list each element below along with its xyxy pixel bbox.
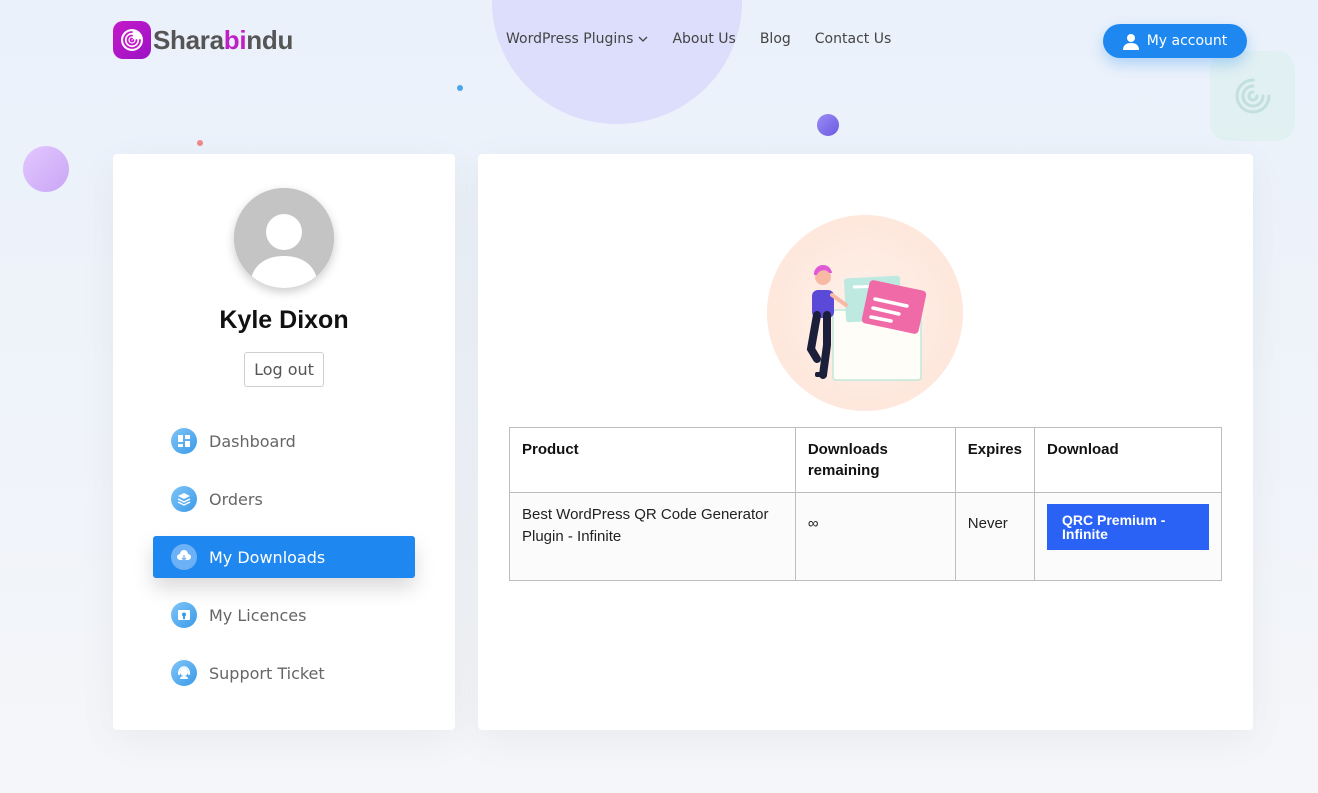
site-logo[interactable]: Sharabindu <box>113 21 293 59</box>
downloads-table: Product Downloads remaining Expires Down… <box>509 427 1222 581</box>
decorative-dot <box>197 140 203 146</box>
sidebar-item-my-licences[interactable]: My Licences <box>153 594 415 636</box>
table-row: Best WordPress QR Code Generator Plugin … <box>509 492 1222 581</box>
sidebar-item-my-downloads[interactable]: My Downloads <box>153 536 415 578</box>
nav-about-us[interactable]: About Us <box>672 31 735 47</box>
decorative-dot <box>457 85 463 91</box>
decorative-circle <box>492 0 742 124</box>
product-cell: Best WordPress QR Code Generator Plugin … <box>509 492 796 581</box>
downloads-panel: Product Downloads remaining Expires Down… <box>478 154 1253 730</box>
column-header-product: Product <box>509 427 796 493</box>
logo-text: Sharabindu <box>153 24 294 55</box>
account-sidebar: Kyle Dixon Log out Dashboard Orders My D… <box>113 154 455 730</box>
download-file-button[interactable]: QRC Premium - Infinite <box>1047 504 1209 550</box>
column-header-expires: Expires <box>954 427 1036 493</box>
nav-contact-us[interactable]: Contact Us <box>815 31 891 47</box>
downloads-illustration <box>767 215 963 411</box>
logout-button[interactable]: Log out <box>244 352 324 387</box>
my-account-button[interactable]: My account <box>1103 24 1247 58</box>
user-name: Kyle Dixon <box>219 306 349 334</box>
nav-wordpress-plugins[interactable]: WordPress Plugins <box>506 31 648 47</box>
nav-blog[interactable]: Blog <box>760 31 791 47</box>
logo-swirl-icon <box>113 21 151 59</box>
dashboard-icon <box>171 428 197 454</box>
sidebar-item-support-ticket[interactable]: Support Ticket <box>153 652 415 694</box>
download-icon <box>171 544 197 570</box>
column-header-downloads-remaining: Downloads remaining <box>794 427 956 493</box>
sidebar-item-dashboard[interactable]: Dashboard <box>153 420 415 462</box>
column-header-download: Download <box>1034 427 1222 493</box>
main-nav: WordPress Plugins About Us Blog Contact … <box>506 31 915 47</box>
chevron-down-icon <box>638 36 648 42</box>
avatar <box>234 188 334 288</box>
decorative-dot <box>23 146 69 192</box>
licence-icon <box>171 602 197 628</box>
table-header-row: Product Downloads remaining Expires Down… <box>509 427 1222 493</box>
account-menu: Dashboard Orders My Downloads My Licence… <box>153 420 415 710</box>
orders-icon <box>171 486 197 512</box>
support-icon <box>171 660 197 686</box>
user-icon <box>1122 33 1139 50</box>
download-cell: QRC Premium - Infinite <box>1034 492 1222 581</box>
sidebar-item-orders[interactable]: Orders <box>153 478 415 520</box>
downloads-remaining-cell: ∞ <box>794 492 956 581</box>
faded-logo-icon <box>1210 51 1295 141</box>
expires-cell: Never <box>954 492 1036 581</box>
decorative-dot <box>817 114 839 136</box>
